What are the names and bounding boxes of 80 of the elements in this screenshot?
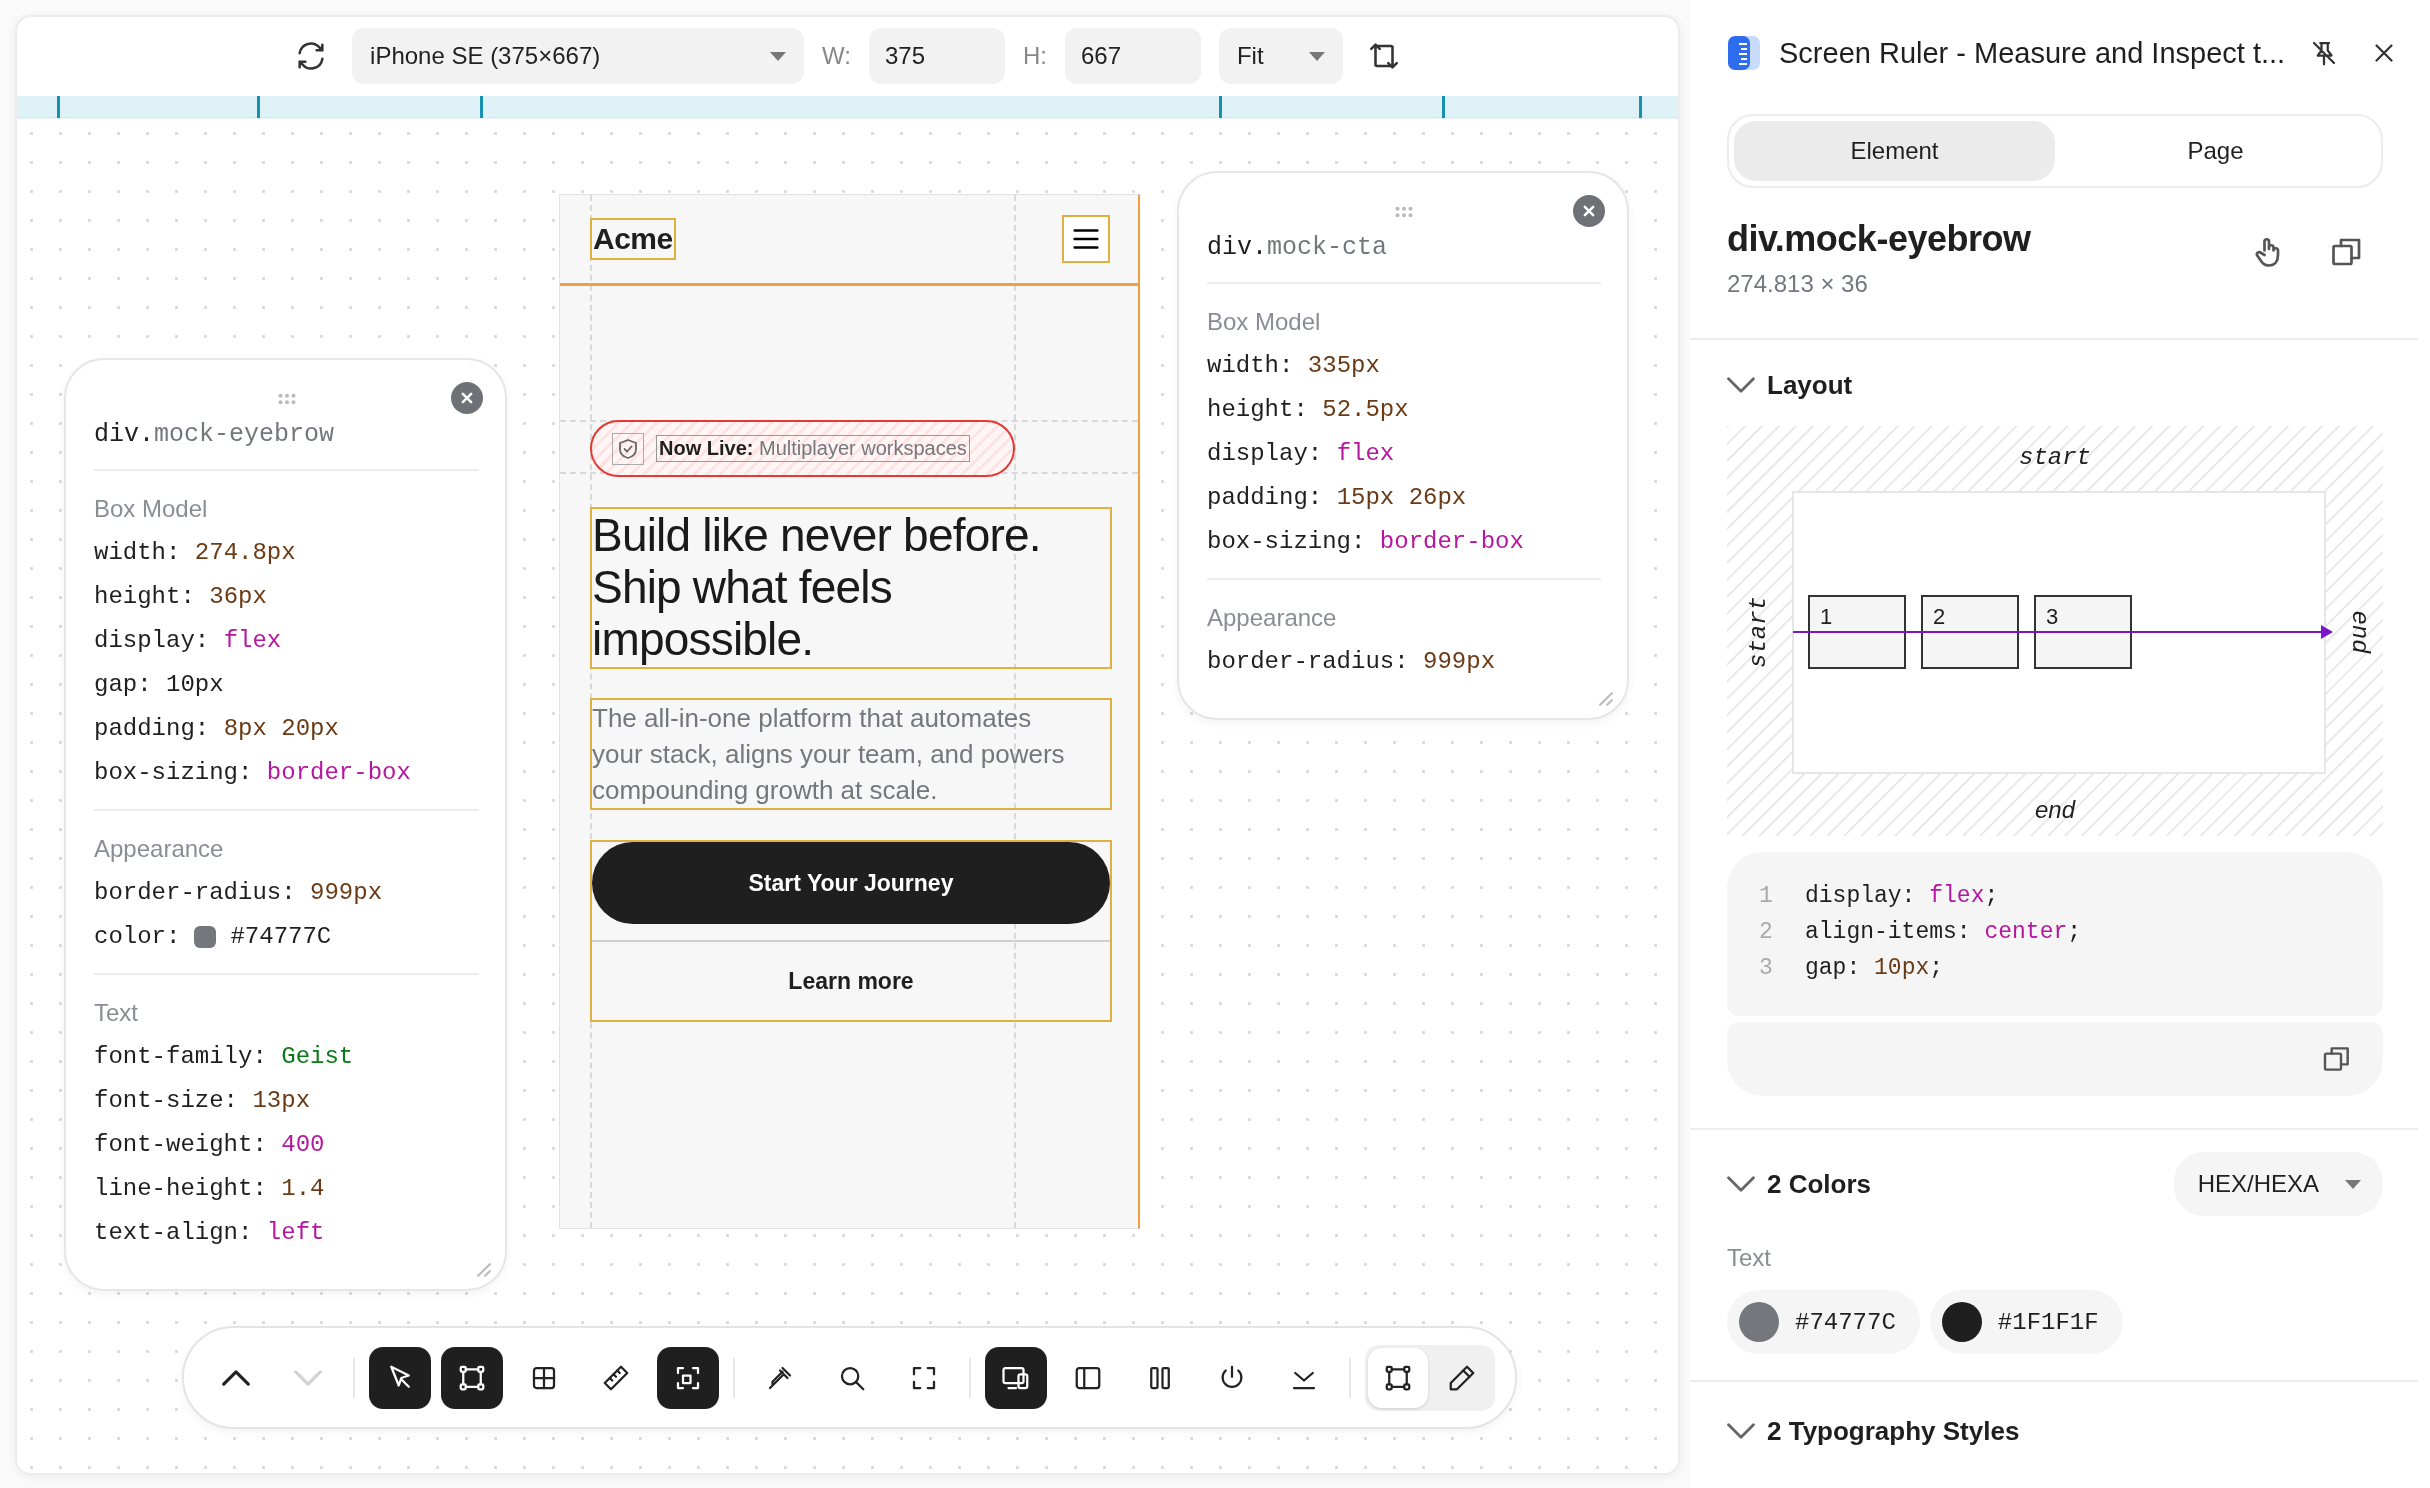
start-button[interactable]: Start Your Journey <box>592 842 1110 924</box>
element-name: div.mock-eyebrow <box>1727 218 2031 260</box>
color-code: #74777C <box>1795 1308 1896 1336</box>
code-line: gap: 10px; <box>1805 954 1944 983</box>
height-label: H: <box>1022 42 1047 70</box>
logo-text: Acme <box>590 218 676 260</box>
flex-item: 1 <box>1808 595 1906 669</box>
chevron-down-icon <box>293 1369 322 1386</box>
css-property: box-sizing: border-box <box>1207 527 1525 557</box>
property-value: #74777C <box>230 922 332 952</box>
css-property: display: flex <box>94 626 283 656</box>
section-title: 2 Colors <box>1767 1168 1872 1200</box>
height-field[interactable]: 667 <box>1064 28 1201 84</box>
menu-button[interactable] <box>1062 215 1110 263</box>
description-text: The all-in-one platform that automates your stack, aligns your team, and powers compounding growth at scale. <box>590 698 1112 810</box>
device-select[interactable]: iPhone SE (375×667) <box>352 28 805 84</box>
axis-label: end <box>2346 610 2373 654</box>
property-name: color: <box>94 922 181 952</box>
css-property: font-size: 13px <box>94 1086 312 1116</box>
section-title: Box Model <box>94 494 209 524</box>
code-line: display: flex; <box>1805 882 1999 911</box>
css-property: font-weight: 400 <box>94 1130 326 1160</box>
css-property: display: flex <box>1207 439 1396 469</box>
zoom-select[interactable]: Fit <box>1218 28 1343 84</box>
element-size: 274.813 × 36 <box>1727 270 1869 298</box>
css-property: gap: 10px <box>94 670 225 700</box>
css-property: font-family: Geist <box>94 1042 355 1072</box>
color-chip[interactable]: #74777C <box>1727 1290 1920 1354</box>
tool-button[interactable] <box>656 1346 719 1409</box>
section-title: Appearance <box>94 834 225 864</box>
css-property: width: 335px <box>1207 351 1381 381</box>
color-chip[interactable]: #1F1F1F <box>1929 1290 2123 1354</box>
section-title: Box Model <box>1207 307 1322 337</box>
tab[interactable]: Page <box>2055 121 2376 181</box>
css-property: height: 52.5px <box>1207 395 1410 425</box>
line-number: 3 <box>1758 954 1774 983</box>
color-group-label: Text <box>1726 1243 1772 1272</box>
tool-button[interactable] <box>440 1346 503 1409</box>
resize-grip-icon <box>477 1263 491 1277</box>
tool-button[interactable] <box>984 1346 1047 1409</box>
width-field[interactable]: 375 <box>868 28 1005 84</box>
flex-item: 3 <box>2034 595 2132 669</box>
line-number: 1 <box>1758 882 1774 911</box>
section-title: Layout <box>1767 369 1853 401</box>
width-label: W: <box>822 42 851 70</box>
css-property: border-radius: 999px <box>94 878 384 908</box>
css-property: border-radius: 999px <box>1207 647 1497 677</box>
color-code: #1F1F1F <box>1997 1308 2099 1336</box>
section-title: Text <box>94 998 139 1028</box>
extension-title: Screen Ruler - Measure and Inspect t... <box>1779 36 2286 70</box>
tab[interactable]: Element <box>1734 121 2055 181</box>
flex-item: 2 <box>1921 595 2019 669</box>
headline: Build like never before. Ship what feels impossible. <box>590 507 1112 669</box>
eyebrow-text: Now Live: Multiplayer workspaces <box>656 435 970 462</box>
css-property: width: 274.8px <box>94 538 297 568</box>
axis-label: end <box>2035 796 2075 823</box>
format-select[interactable]: HEX/HEXA <box>2173 1152 2383 1216</box>
css-property: line-height: 1.4 <box>94 1174 326 1204</box>
axis-label: start <box>2019 444 2091 471</box>
css-property: height: 36px <box>94 582 268 612</box>
selector-text: div.mock-cta <box>1207 225 1601 284</box>
css-property: padding: 8px 20px <box>94 714 340 744</box>
css-property: box-sizing: border-box <box>94 758 412 788</box>
axis-label: start <box>1745 596 1772 668</box>
shield-icon <box>616 436 640 461</box>
chevron-up-icon <box>221 1369 250 1386</box>
css-property: text-align: left <box>94 1218 326 1248</box>
selector-text: div.mock-eyebrow <box>94 412 479 471</box>
close-button[interactable] <box>1573 195 1605 227</box>
section-title: Appearance <box>1207 603 1338 633</box>
ruler-logo-icon <box>1727 35 1761 71</box>
code-line: align-items: center; <box>1805 918 2082 947</box>
tool-button[interactable] <box>1367 1347 1428 1408</box>
tool-button[interactable] <box>368 1346 431 1409</box>
learn-more-button[interactable]: Learn more <box>592 940 1110 1020</box>
section-title: 2 Typography Styles <box>1767 1415 2020 1447</box>
line-number: 2 <box>1758 918 1774 947</box>
resize-grip-icon <box>1599 692 1613 706</box>
close-button[interactable] <box>451 382 483 414</box>
css-property: padding: 15px 26px <box>1207 483 1468 513</box>
